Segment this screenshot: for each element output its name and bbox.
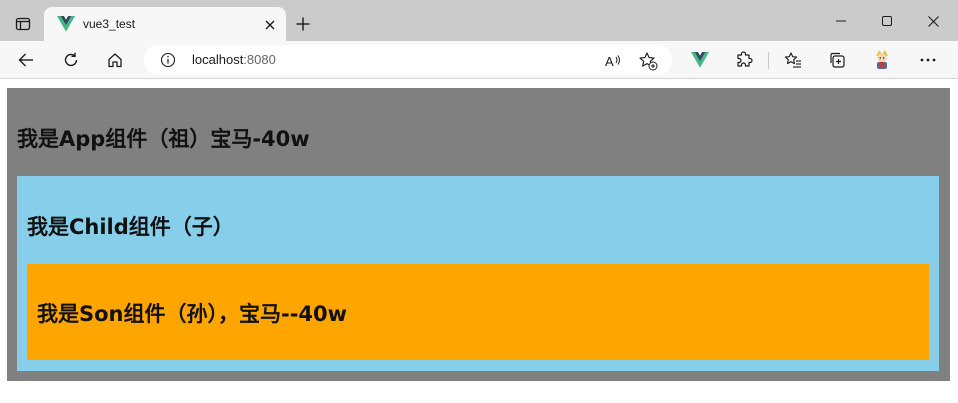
close-icon: [265, 20, 275, 30]
address-host: localhost: [192, 52, 244, 67]
minimize-icon: [836, 20, 846, 22]
address-bar[interactable]: localhost:8080 A: [144, 45, 672, 75]
address-port: :8080: [243, 52, 276, 67]
collections-icon: [830, 52, 845, 68]
svg-text:A: A: [605, 54, 614, 69]
minimize-button[interactable]: [818, 4, 864, 38]
vue-devtools-button[interactable]: [685, 45, 715, 75]
tab-close-button[interactable]: [260, 15, 280, 35]
page-content: 我是App组件（祖）宝马-40w 我是Child组件（子） 我是Son组件（孙）…: [0, 80, 958, 403]
maximize-icon: [882, 16, 892, 26]
home-icon: [108, 53, 122, 68]
vue-devtools-icon: [691, 52, 709, 68]
favorites-icon: [784, 52, 801, 68]
app-component: 我是App组件（祖）宝马-40w 我是Child组件（子） 我是Son组件（孙）…: [7, 88, 950, 381]
son-heading: 我是Son组件（孙），宝马--40w: [37, 302, 348, 326]
plus-icon: [296, 17, 310, 31]
refresh-button[interactable]: [56, 45, 86, 75]
more-icon: [920, 58, 936, 62]
vue-logo-icon: [57, 16, 75, 32]
app-heading: 我是App组件（祖）宝马-40w: [17, 127, 310, 151]
profile-button[interactable]: [867, 45, 897, 75]
extensions-icon: [737, 51, 753, 67]
collections-button[interactable]: [822, 45, 852, 75]
extensions-button[interactable]: [729, 45, 759, 75]
add-favorite-icon[interactable]: [638, 51, 658, 71]
refresh-icon: [64, 52, 78, 67]
son-component: 我是Son组件（孙），宝马--40w: [27, 264, 929, 360]
info-icon[interactable]: [160, 52, 176, 68]
read-aloud-icon[interactable]: A: [603, 51, 623, 71]
maximize-button[interactable]: [864, 4, 910, 38]
profile-avatar-icon: [876, 50, 888, 69]
more-button[interactable]: [913, 45, 943, 75]
child-heading: 我是Child组件（子）: [27, 215, 234, 239]
address-url[interactable]: localhost:8080: [192, 52, 276, 68]
browser-titlebar: vue3_test: [0, 0, 958, 41]
tab-actions-button[interactable]: [8, 10, 38, 38]
browser-tab-active[interactable]: vue3_test: [44, 7, 286, 41]
home-button[interactable]: [100, 45, 130, 75]
back-icon: [18, 53, 33, 67]
favorites-button[interactable]: [778, 45, 808, 75]
tab-actions-icon: [15, 16, 31, 32]
new-tab-button[interactable]: [290, 11, 316, 37]
window-close-button[interactable]: [910, 4, 956, 38]
browser-toolbar: localhost:8080 A: [0, 41, 958, 79]
child-component: 我是Child组件（子） 我是Son组件（孙），宝马--40w: [17, 176, 939, 371]
toolbar-separator: [768, 52, 769, 69]
tab-title: vue3_test: [83, 17, 136, 31]
back-button[interactable]: [11, 45, 41, 75]
close-icon: [927, 15, 939, 27]
